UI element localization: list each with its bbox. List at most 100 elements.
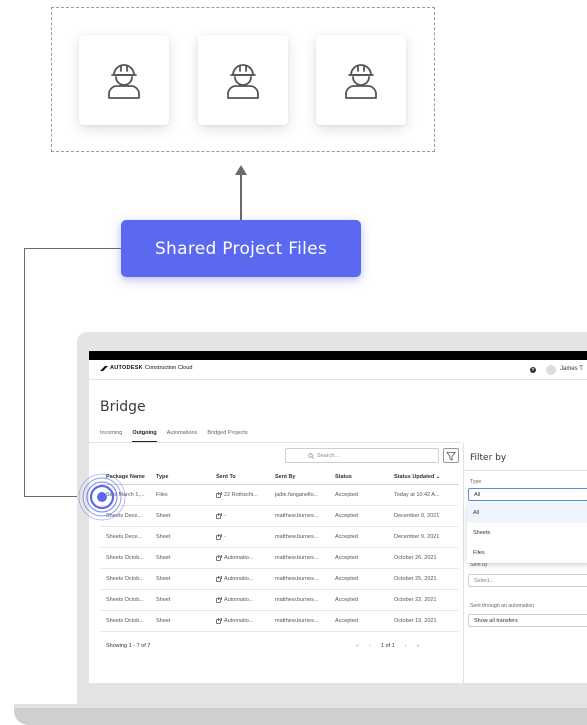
pagination-summary: Showing 1 - 7 of 7 (106, 643, 151, 649)
type-cell: Sheet (156, 618, 171, 624)
tab-outgoing[interactable]: Outgoing (132, 430, 158, 443)
sent-by-cell: matthew.burnes... (275, 576, 319, 582)
arrow-line (240, 175, 242, 220)
sent-by-cell: matthew.burnes... (275, 534, 319, 540)
table-row[interactable]: Sheets Octob... Sheet Automatio... matthew.… (100, 569, 459, 590)
next-page-icon[interactable]: › (405, 643, 407, 649)
sent-to-cell: 22 Rothschi... (216, 492, 275, 498)
first-page-icon[interactable]: « (356, 643, 359, 649)
laptop-base-edge (14, 704, 587, 708)
column-header[interactable]: Status (335, 474, 394, 480)
dropdown-option-all[interactable]: All (467, 503, 587, 523)
prev-page-icon[interactable]: ‹ (369, 643, 371, 649)
package-name-cell: Sheets Octob... (106, 618, 144, 624)
pagination-nav: « ‹ 1 of 1 › » (356, 643, 420, 649)
table-row[interactable]: Sheets Octob... Sheet Automatio... matthew.… (100, 590, 459, 611)
tab-incoming[interactable]: Incoming (100, 430, 122, 442)
sent-to-cell: Automatio... (216, 597, 275, 603)
sent-to-label: Automatio... (224, 555, 254, 561)
autodesk-logo: AUTODESK Construction Cloud (100, 365, 192, 371)
status-cell: Accepted (335, 576, 358, 582)
worker-card (316, 35, 406, 125)
dropdown-option-sheets[interactable]: Sheets (467, 523, 587, 543)
sent-to-label: - (224, 534, 226, 540)
lock-icon (216, 555, 222, 561)
type-cell: Sheet (156, 576, 171, 582)
tab-bar: Incoming Outgoing Automations Bridged Pr… (100, 430, 248, 443)
sent-by-cell: jadie.fanganello... (275, 492, 319, 498)
sent-by-cell: matthew.burnes... (275, 555, 319, 561)
status-updated-cell: Today at 10:42 A... (394, 492, 440, 498)
status-updated-cell: October 22, 2021 (394, 597, 437, 603)
column-header[interactable]: Sent By (275, 474, 335, 480)
type-label: Type (470, 479, 482, 485)
filter-icon (446, 451, 456, 461)
connector-line (24, 496, 84, 497)
table-row[interactable]: Sheets Dece... Sheet - matthew.burnes... Acc… (100, 506, 459, 527)
sort-chevron-icon: ⌄ (435, 473, 441, 480)
laptop-screen: AUTODESK Construction Cloud ? James T Br… (89, 351, 587, 683)
type-dropdown-menu: All Sheets Files (467, 503, 587, 563)
column-header[interactable]: Sent To (216, 474, 275, 480)
pagination: Showing 1 - 7 of 7 « ‹ 1 of 1 › » (100, 641, 459, 653)
brand-product: Construction Cloud (144, 365, 193, 371)
sent-to-label: Automatio... (224, 618, 254, 624)
lock-icon (216, 618, 222, 624)
status-cell: Accepted (335, 618, 358, 624)
table-row[interactable]: Sheets Dece... Sheet - matthew.burnes... Acc… (100, 527, 459, 548)
lock-icon (216, 513, 222, 519)
automation-select[interactable]: Show all transfers (468, 614, 587, 627)
table-header: Package Name Type Sent To Sent By Status… (100, 469, 459, 485)
filter-panel-title: Filter by (470, 453, 507, 463)
package-name-cell: Sheets Octob... (106, 555, 144, 561)
search-input[interactable]: Search... (285, 448, 439, 463)
filter-button[interactable] (443, 448, 459, 463)
type-cell: Sheet (156, 534, 171, 540)
lock-icon (216, 534, 222, 540)
tab-bridged-projects[interactable]: Bridged Projects (207, 430, 247, 442)
search-placeholder: Search... (317, 452, 340, 459)
dropdown-option-files[interactable]: Files (467, 543, 587, 563)
type-cell: Sheet (156, 513, 171, 519)
sent-to-label: 22 Rothschi... (224, 492, 258, 498)
status-cell: Accepted (335, 513, 358, 519)
status-updated-cell: December 9, 2021 (394, 513, 440, 519)
type-select[interactable]: All (468, 488, 587, 501)
sent-to-label: Automatio... (224, 597, 254, 603)
avatar[interactable] (546, 365, 556, 375)
column-header[interactable]: Type (156, 474, 216, 480)
search-icon (308, 452, 314, 459)
last-page-icon[interactable]: » (417, 643, 420, 649)
package-name-cell: Sheets Dece... (106, 534, 143, 540)
status-cell: Accepted (335, 534, 358, 540)
tab-automations[interactable]: Automations (167, 430, 198, 442)
column-header-sorted[interactable]: Status Updated ⌄ (394, 474, 459, 480)
shared-project-files-button[interactable]: Shared Project Files (121, 220, 361, 277)
automation-label: Sent through an automation (470, 603, 535, 609)
table-row[interactable]: Sheets Octob... Sheet Automatio... matthew.… (100, 611, 459, 632)
column-header-label: Status Updated (394, 473, 435, 480)
filter-divider (464, 470, 587, 471)
sent-by-cell: matthew.burnes... (275, 597, 319, 603)
construction-worker-icon (345, 64, 377, 99)
status-cell: Accepted (335, 555, 358, 561)
sent-to-label: Automatio... (224, 576, 254, 582)
sent-to-cell: Automatio... (216, 618, 275, 624)
click-ripple-icon (78, 473, 126, 521)
table-row[interactable]: Sets March 1,... Files 22 Rothschi... jadie… (100, 485, 459, 506)
page-title: Bridge (100, 399, 146, 415)
construction-worker-icon (108, 64, 140, 99)
help-icon[interactable]: ? (530, 367, 536, 373)
sent-by-cell: matthew.burnes... (275, 618, 319, 624)
tabs-divider (89, 442, 461, 443)
sent-to-cell: - (216, 513, 275, 519)
sent-by-select[interactable]: Select... (468, 574, 587, 587)
connector-line (24, 248, 25, 496)
status-cell: Accepted (335, 492, 358, 498)
type-cell: Files (156, 492, 168, 498)
lock-icon (216, 576, 222, 582)
user-name[interactable]: James T (560, 366, 583, 372)
table-row[interactable]: Sheets Octob... Sheet Automatio... matthew.… (100, 548, 459, 569)
type-cell: Sheet (156, 597, 171, 603)
page-indicator: 1 of 1 (380, 643, 395, 649)
